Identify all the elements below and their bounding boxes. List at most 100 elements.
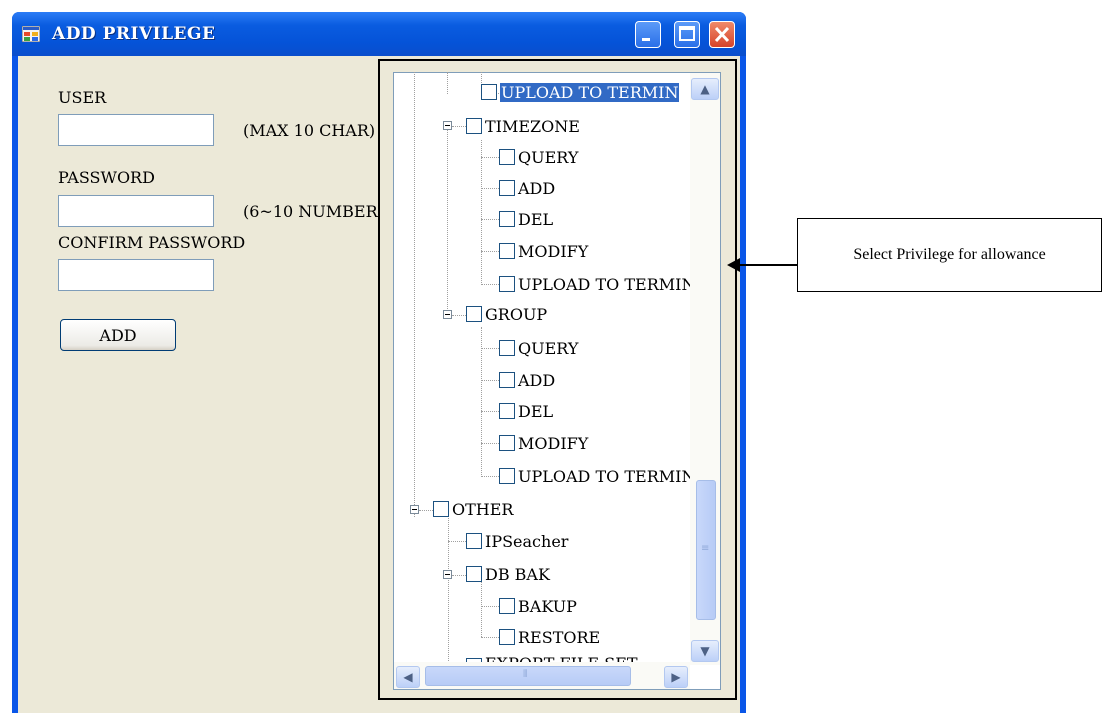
tree-line — [481, 188, 499, 189]
tree-line — [481, 443, 499, 444]
tree-node-bakup[interactable]: BAKUP — [499, 591, 577, 621]
tree-node-group-modify[interactable]: MODIFY — [499, 428, 588, 458]
scroll-up-button[interactable]: ▲ — [691, 78, 719, 100]
tree-node-label: OTHER — [452, 499, 514, 519]
tree-node-label: DEL — [518, 401, 554, 421]
tree-line — [481, 348, 499, 349]
tree-node-ipseacher[interactable]: IPSeacher — [466, 526, 568, 556]
tree-node-timezone[interactable]: TIMEZONE — [466, 111, 580, 141]
tree-node-group[interactable]: GROUP — [466, 299, 547, 329]
tree-line — [481, 251, 499, 252]
tree-node-group-upload[interactable]: UPLOAD TO TERMIN — [499, 461, 695, 491]
tree-node-timezone-del[interactable]: DEL — [499, 204, 553, 234]
window-title: ADD PRIVILEGE — [52, 24, 216, 44]
checkbox[interactable] — [433, 501, 449, 517]
tree-node-label: DEL — [518, 209, 554, 229]
close-icon — [714, 26, 730, 43]
checkbox[interactable] — [466, 533, 482, 549]
tree-line — [481, 157, 499, 158]
scroll-down-button[interactable]: ▼ — [691, 640, 719, 662]
tree-node-label: GROUP — [485, 304, 548, 324]
tree-line — [481, 411, 499, 412]
password-input[interactable] — [58, 195, 214, 227]
tree-line — [452, 315, 466, 316]
tree-node-timezone-add[interactable]: ADD — [499, 173, 555, 203]
tree-node-label: BAKUP — [518, 596, 577, 616]
annotation-text: Select Privilege for allowance — [853, 246, 1046, 263]
collapse-icon[interactable] — [410, 505, 419, 514]
checkbox[interactable] — [466, 118, 482, 134]
checkbox[interactable] — [499, 435, 515, 451]
title-bar[interactable]: ADD PRIVILEGE — [12, 12, 746, 56]
grip-icon: ⦀ — [523, 669, 528, 680]
tree-node-restore[interactable]: RESTORE — [499, 622, 600, 652]
collapse-icon[interactable] — [443, 310, 452, 319]
scroll-right-button[interactable]: ▶ — [664, 666, 688, 688]
user-hint: (MAX 10 CHAR) — [243, 121, 376, 140]
tree-line — [448, 541, 466, 542]
password-hint: (6~10 NUMBER) — [243, 202, 384, 221]
tree-line — [419, 510, 433, 511]
tree-node-timezone-modify[interactable]: MODIFY — [499, 236, 588, 266]
tree-line — [481, 380, 499, 381]
tree-line — [452, 575, 466, 576]
tree-node-label: MODIFY — [518, 433, 589, 453]
checkbox[interactable] — [499, 149, 515, 165]
tree-node-upload-to-terminal[interactable]: UPLOAD TO TERMIN — [481, 77, 680, 107]
chevron-up-icon: ▲ — [700, 82, 710, 96]
tree-node-label: MODIFY — [518, 241, 589, 261]
tree-node-group-add[interactable]: ADD — [499, 365, 555, 395]
checkbox[interactable] — [499, 211, 515, 227]
tree-node-db-bak[interactable]: DB BAK — [466, 559, 550, 589]
collapse-icon[interactable] — [443, 570, 452, 579]
tree-node-label: UPLOAD TO TERMIN — [518, 274, 696, 294]
minimize-button[interactable] — [635, 21, 661, 48]
annotation-arrow-icon — [727, 258, 740, 272]
tree-node-group-query[interactable]: QUERY — [499, 333, 578, 363]
password-label: PASSWORD — [58, 168, 155, 187]
checkbox[interactable] — [499, 598, 515, 614]
tree-node-other[interactable]: OTHER — [433, 494, 513, 524]
tree-line — [447, 125, 448, 315]
tree-line — [448, 515, 449, 665]
maximize-icon — [679, 26, 695, 41]
checkbox[interactable] — [499, 340, 515, 356]
annotation-box: Select Privilege for allowance — [797, 218, 1102, 292]
checkbox[interactable] — [481, 84, 497, 100]
collapse-icon[interactable] — [443, 121, 452, 130]
checkbox[interactable] — [499, 468, 515, 484]
checkbox[interactable] — [466, 306, 482, 322]
tree-node-timezone-upload[interactable]: UPLOAD TO TERMIN — [499, 269, 695, 299]
checkbox[interactable] — [499, 403, 515, 419]
scroll-left-button[interactable]: ◀ — [396, 666, 420, 688]
close-button[interactable] — [709, 21, 735, 48]
checkbox[interactable] — [499, 372, 515, 388]
tree-line — [447, 72, 448, 94]
tree-node-label: QUERY — [518, 338, 579, 358]
checkbox[interactable] — [499, 276, 515, 292]
chevron-down-icon: ▼ — [700, 644, 710, 658]
checkbox[interactable] — [499, 180, 515, 196]
tree-line — [481, 219, 499, 220]
user-input[interactable] — [58, 114, 214, 146]
tree-node-label: DB BAK — [485, 564, 550, 584]
checkbox[interactable] — [499, 629, 515, 645]
horizontal-scroll-thumb[interactable] — [425, 666, 631, 686]
tree-node-label: RESTORE — [518, 627, 601, 647]
add-button[interactable]: ADD — [60, 319, 176, 351]
tree-line — [414, 72, 415, 517]
checkbox[interactable] — [499, 243, 515, 259]
tree-node-label: IPSeacher — [485, 531, 569, 551]
tree-node-label: UPLOAD TO TERMIN — [500, 82, 680, 102]
confirm-password-input[interactable] — [58, 259, 214, 291]
tree-node-label: UPLOAD TO TERMIN — [518, 466, 696, 486]
tree-node-timezone-query[interactable]: QUERY — [499, 142, 578, 172]
user-label: USER — [58, 88, 107, 107]
tree-line — [481, 140, 482, 285]
maximize-button[interactable] — [674, 21, 700, 48]
checkbox[interactable] — [466, 566, 482, 582]
tree-line — [481, 637, 499, 638]
tree-line — [452, 126, 466, 127]
tree-node-group-del[interactable]: DEL — [499, 396, 553, 426]
minimize-icon — [642, 38, 650, 41]
